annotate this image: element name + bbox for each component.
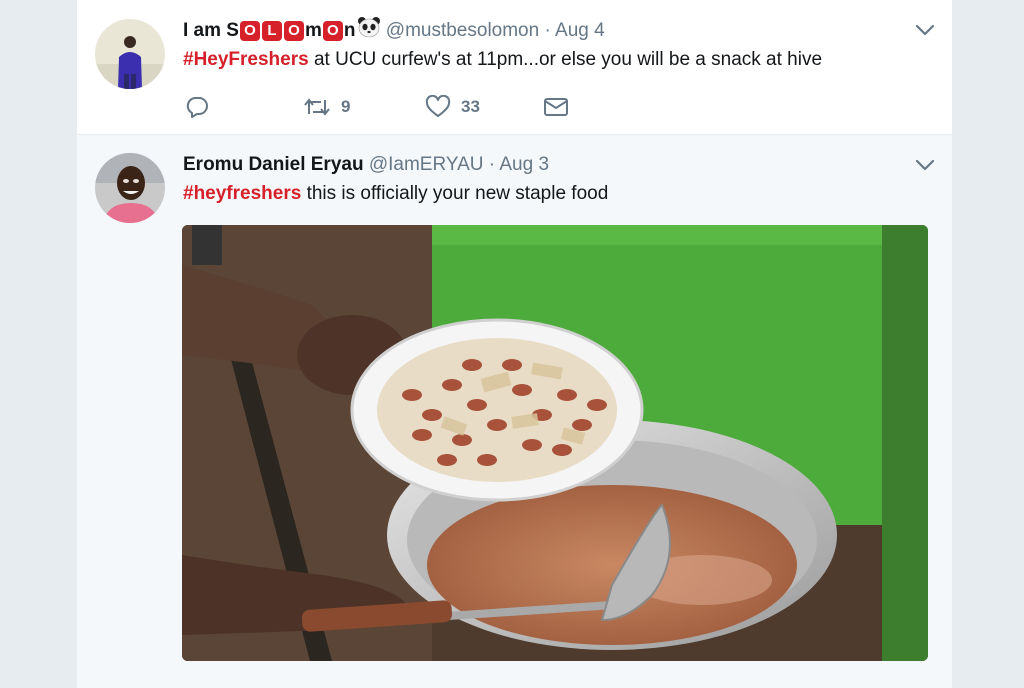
tweet[interactable]: Eromu Daniel Eryau @IamERYAU · Aug 3 #he… xyxy=(77,135,952,688)
chevron-down-icon[interactable] xyxy=(914,157,936,173)
reply-button[interactable] xyxy=(185,92,209,122)
tweet-text: #heyfreshers this is officially your new… xyxy=(183,183,608,205)
retweet-icon xyxy=(303,95,331,119)
tweet-header: I am SOLOmOn @mustbesolomon · Aug 4 xyxy=(183,16,605,42)
reply-icon xyxy=(185,95,209,119)
name-letter-box: O xyxy=(239,21,260,41)
panda-icon xyxy=(357,16,381,38)
retweet-count: 9 xyxy=(341,97,351,116)
separator: · xyxy=(544,20,551,41)
heart-icon xyxy=(425,95,451,119)
beans-plate-photo[interactable] xyxy=(182,225,928,661)
timeline-column: I am SOLOmOn @mustbesolomon · Aug 4 #Hey… xyxy=(76,0,953,688)
timestamp[interactable]: Aug 4 xyxy=(555,20,605,41)
tweet-body: this is officially your new staple food xyxy=(301,183,609,204)
handle[interactable]: @mustbesolomon xyxy=(386,20,539,41)
name-letter-box: L xyxy=(261,21,282,41)
tweet-actions xyxy=(185,680,665,688)
timestamp[interactable]: Aug 3 xyxy=(499,154,549,175)
direct-message-button[interactable] xyxy=(543,92,569,122)
retweet-button[interactable]: 9 xyxy=(303,92,350,122)
avatar[interactable] xyxy=(95,19,165,89)
avatar[interactable] xyxy=(95,153,165,223)
handle[interactable]: @IamERYAU xyxy=(369,154,484,175)
tweet-header: Eromu Daniel Eryau @IamERYAU · Aug 3 xyxy=(183,154,549,176)
tweet-text: #HeyFreshers at UCU curfew's at 11pm...o… xyxy=(183,49,822,71)
display-name[interactable]: I am SOLOmOn xyxy=(183,17,386,41)
tweet-actions: 9 33 xyxy=(185,92,665,122)
like-count: 33 xyxy=(461,97,480,116)
envelope-icon xyxy=(543,95,569,119)
chevron-down-icon[interactable] xyxy=(914,22,936,38)
hashtag-link[interactable]: #HeyFreshers xyxy=(183,49,309,70)
tweet-body: at UCU curfew's at 11pm...or else you wi… xyxy=(308,49,823,70)
like-button[interactable]: 33 xyxy=(425,92,480,122)
hashtag-link[interactable]: #heyfreshers xyxy=(183,183,301,204)
separator: · xyxy=(488,154,496,175)
display-name[interactable]: Eromu Daniel Eryau xyxy=(183,154,364,175)
name-letter-box: O xyxy=(283,21,304,41)
name-letter-box: O xyxy=(322,21,343,41)
tweet[interactable]: I am SOLOmOn @mustbesolomon · Aug 4 #Hey… xyxy=(77,0,952,135)
